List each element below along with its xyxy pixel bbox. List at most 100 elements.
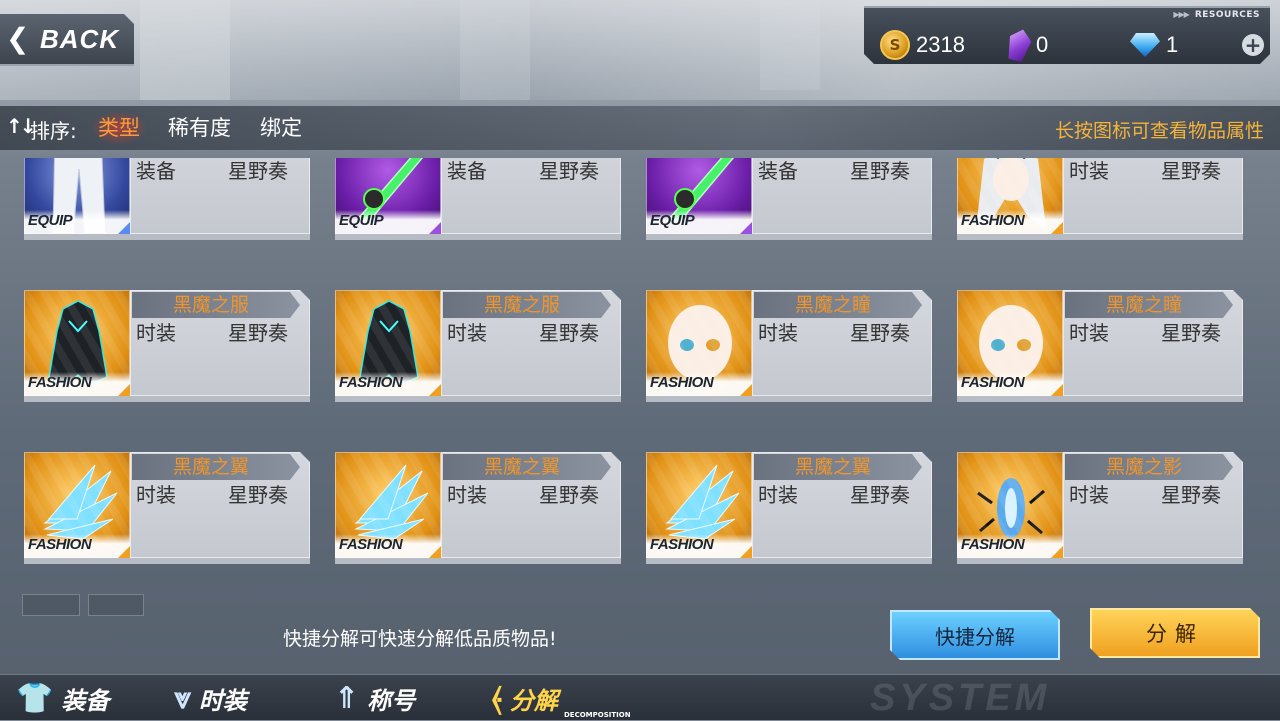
diamond-resource: 1: [1130, 30, 1178, 60]
item-card[interactable]: FASHION 黑魔之瞳 时装 星野奏: [957, 290, 1243, 422]
item-type-tag: FASHION: [650, 536, 714, 553]
item-category: 时装: [447, 483, 487, 507]
decompose-button[interactable]: 分解: [1090, 608, 1260, 658]
diamond-icon: [1130, 33, 1160, 57]
item-name: 黑魔之翼: [172, 456, 249, 478]
item-card-base: [646, 396, 932, 402]
item-card[interactable]: FASHION 黑魔之影时装 星野奏: [957, 452, 1243, 576]
item-category: 装备: [136, 159, 176, 183]
system-watermark: SYSTEM: [870, 677, 1051, 719]
crystal-resource: 0: [1008, 30, 1048, 60]
item-owner: 星野奏: [850, 321, 910, 345]
item-owner: 星野奏: [1161, 159, 1221, 183]
sort-option-bind[interactable]: 绑定: [254, 112, 308, 144]
item-type-tag: EQUIP: [339, 212, 384, 229]
shirt-icon: 👕: [16, 680, 54, 716]
purple-crystal-icon: [1004, 27, 1034, 64]
item-name: 黑魔之瞳: [1105, 294, 1182, 316]
back-arrow-icon: ❮: [6, 22, 30, 55]
item-card[interactable]: FASHION 黑魔之服 时装 星野奏: [335, 290, 621, 422]
back-button[interactable]: ❮ BACK: [0, 14, 134, 66]
item-grid[interactable]: EQUIP超级长裤装备星野奏EQUIP方舟第一重武装备星野奏EQUIP方舟第一重…: [0, 158, 1280, 576]
item-category: 时装: [136, 483, 176, 507]
item-owner: 星野奏: [539, 483, 599, 507]
sort-title: 排序:: [30, 119, 77, 143]
item-name: 黑魔之影: [1105, 456, 1182, 478]
item-card-base: [335, 558, 621, 564]
quick-decompose-hint: 快捷分解可快速分解低品质物品!: [283, 628, 557, 650]
item-card[interactable]: EQUIP方舟第一重武装备星野奏: [646, 158, 932, 260]
item-card[interactable]: EQUIP超级长裤装备星野奏: [24, 158, 310, 260]
item-card-base: [646, 234, 932, 240]
item-owner: 星野奏: [228, 159, 288, 183]
nav-tab-title[interactable]: ⇑ 称号: [334, 675, 415, 721]
bottom-nav: SYSTEM 👕 装备 ⩔ 时装 ⇑ 称号 ⦑ 分解 DECOMPOSITION: [0, 674, 1280, 720]
nav-tab-fashion[interactable]: ⩔ 时装: [174, 675, 247, 721]
gold-resource: S 2318: [880, 30, 965, 60]
item-card-base: [24, 558, 310, 564]
item-category: 时装: [1069, 321, 1109, 345]
item-card-base: [24, 396, 310, 402]
item-card-base: [335, 396, 621, 402]
resources-tag: ▶▶▶ RESOURCES: [1173, 10, 1260, 20]
item-category: 装备: [447, 159, 487, 183]
gold-value: 2318: [916, 32, 965, 57]
sort-option-type[interactable]: 类型: [92, 112, 146, 144]
nav-sub-decomposition: DECOMPOSITION: [564, 711, 631, 719]
add-resource-button[interactable]: +: [1242, 34, 1264, 56]
item-card-base: [957, 396, 1243, 402]
nav-label-title: 称号: [367, 686, 416, 715]
item-type-tag: FASHION: [961, 536, 1025, 553]
item-owner: 星野奏: [539, 321, 599, 345]
item-owner: 星野奏: [1161, 483, 1221, 507]
item-owner: 星野奏: [228, 321, 288, 345]
item-owner: 星野奏: [850, 159, 910, 183]
item-owner: 星野奏: [539, 159, 599, 183]
item-card-base: [646, 558, 932, 564]
item-name: 黑魔之翼: [794, 456, 871, 478]
item-card[interactable]: FASHION 黑魔之翼时装 星野奏: [24, 452, 310, 576]
item-owner: 星野奏: [850, 483, 910, 507]
item-type-tag: EQUIP: [28, 212, 73, 229]
sort-option-rarity[interactable]: 稀有度: [162, 112, 237, 144]
item-card[interactable]: FASHION 黑魔之瞳 时装 星野奏: [646, 290, 932, 422]
item-card-base: [335, 234, 621, 240]
item-card[interactable]: FASHION 黑魔之翼时装 星野奏: [335, 452, 621, 576]
item-category: 时装: [1069, 159, 1109, 183]
diamond-value: 1: [1166, 32, 1179, 57]
wings-icon: ⩔: [174, 680, 191, 716]
item-category: 时装: [758, 483, 798, 507]
item-owner: 星野奏: [228, 483, 288, 507]
item-card[interactable]: FASHION 黑魔之翼时装 星野奏: [646, 452, 932, 576]
item-category: 装备: [758, 159, 798, 183]
quick-decompose-button[interactable]: 快捷分解: [890, 610, 1060, 660]
item-owner: 星野奏: [1161, 321, 1221, 345]
item-type-tag: FASHION: [339, 536, 403, 553]
item-card[interactable]: FASHION黑魔之冠时装星野奏: [957, 158, 1243, 260]
nav-tab-decompose[interactable]: ⦑ 分解 DECOMPOSITION: [492, 675, 631, 721]
item-type-tag: FASHION: [339, 374, 403, 391]
item-card[interactable]: FASHION 黑魔之服时装 星野奏: [24, 290, 310, 422]
back-label: BACK: [40, 24, 120, 54]
item-name: 黑魔之服: [172, 294, 249, 316]
nav-label-equipment: 装备: [61, 686, 110, 715]
item-card-base: [24, 234, 310, 240]
item-type-tag: FASHION: [28, 374, 92, 391]
nav-label-decompose: 分解: [509, 686, 558, 715]
bottom-decor: [0, 586, 1280, 676]
crystal-value: 0: [1036, 32, 1049, 57]
resources-panel: ▶▶▶ RESOURCES S 2318 0 1 +: [864, 6, 1270, 64]
item-card[interactable]: EQUIP方舟第一重武装备星野奏: [335, 158, 621, 260]
item-card-base: [957, 558, 1243, 564]
item-name: 黑魔之瞳: [794, 294, 871, 316]
item-type-tag: FASHION: [28, 536, 92, 553]
item-type-tag: FASHION: [650, 374, 714, 391]
item-name: 黑魔之翼: [483, 456, 560, 478]
item-category: 时装: [1069, 483, 1109, 507]
gold-coin-icon: S: [880, 30, 910, 60]
nav-tab-equipment[interactable]: 👕 装备: [16, 675, 109, 721]
nav-label-fashion: 时装: [198, 686, 247, 715]
item-type-tag: EQUIP: [650, 212, 695, 229]
item-category: 时装: [136, 321, 176, 345]
item-category: 时装: [447, 321, 487, 345]
